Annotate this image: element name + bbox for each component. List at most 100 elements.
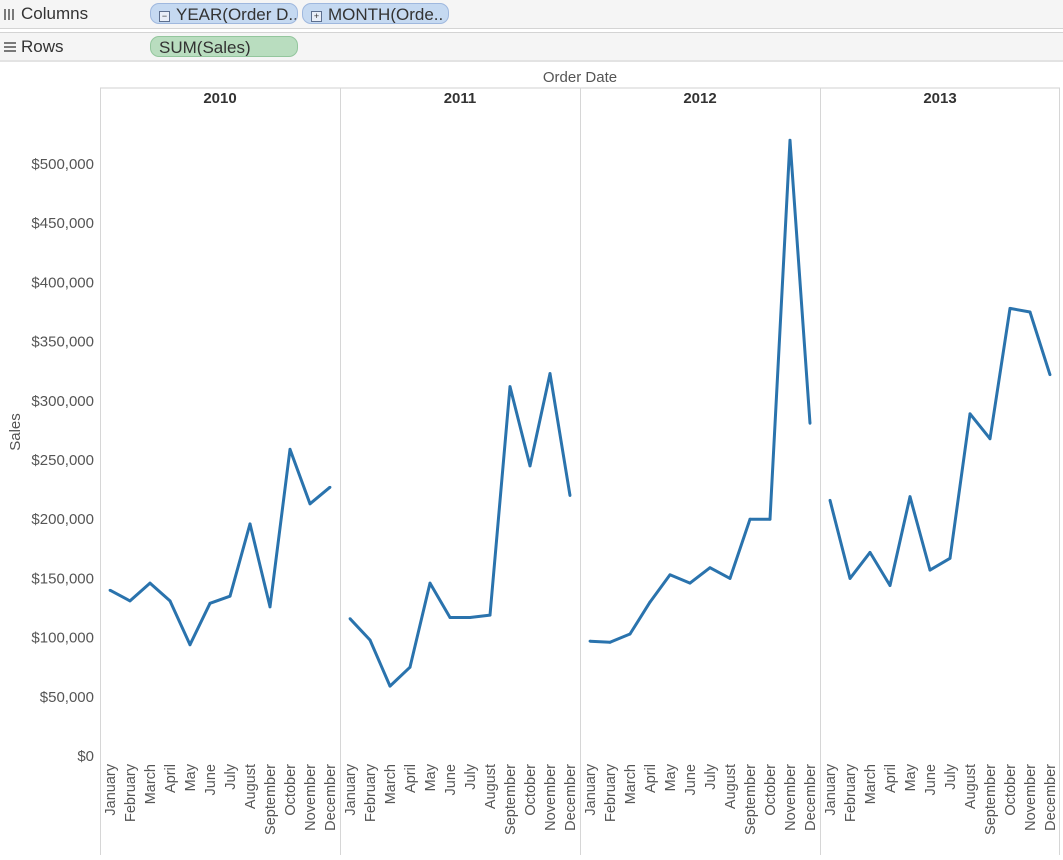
data-point [808, 421, 812, 425]
panel-year-title: 2010 [203, 90, 236, 107]
data-point [828, 498, 832, 502]
data-point [988, 437, 992, 441]
data-point [968, 412, 972, 416]
sales-line-2013 [828, 306, 1052, 587]
x-tick-label: April [883, 764, 899, 793]
x-tick-label: June [443, 764, 459, 795]
y-tick-label: $500,000 [31, 156, 94, 173]
y-tick-label: $350,000 [31, 334, 94, 351]
data-point [188, 643, 192, 647]
data-point [868, 550, 872, 554]
x-tick-label: September [263, 764, 279, 835]
data-point [628, 632, 632, 636]
sales-line-2010 [109, 447, 331, 647]
x-tick-label: July [223, 763, 239, 790]
y-axis-title: Sales [7, 413, 24, 451]
data-point [888, 584, 892, 587]
data-point [328, 485, 332, 489]
data-point [108, 588, 112, 592]
x-tick-label: September [503, 764, 519, 835]
panel-year-title: 2011 [444, 90, 477, 107]
x-tick-label: May [183, 763, 199, 791]
x-tick-label: June [203, 764, 219, 795]
x-tick-label: October [763, 764, 779, 816]
data-point [508, 385, 512, 388]
sales-line-2012 [589, 138, 812, 644]
x-tick-label: November [303, 764, 319, 831]
sales-line-chart: Order Date Sales $0 $50,000 $100,000 $150,0… [7, 69, 1060, 855]
y-tick-label: $150,000 [31, 570, 94, 587]
x-tick-label: August [483, 764, 499, 809]
x-tick-label: June [923, 764, 939, 795]
x-tick-label: January [103, 763, 119, 815]
data-point [848, 577, 852, 580]
x-tick-label: July [463, 763, 479, 790]
data-point [1008, 307, 1012, 310]
x-tick-label: January [583, 763, 599, 815]
x-tick-label: August [243, 764, 259, 809]
y-tick-label: $400,000 [31, 274, 94, 291]
y-tick-label: $450,000 [31, 215, 94, 232]
data-point [308, 502, 312, 506]
data-point [488, 613, 492, 617]
x-tick-label: January [343, 763, 359, 815]
data-point [728, 577, 732, 580]
data-point [768, 517, 772, 521]
panel-2013: 2013 January February March April May June July… [823, 90, 1059, 835]
x-tick-label: February [843, 763, 859, 822]
data-point [568, 494, 572, 497]
x-axis-title: Order Date [543, 69, 617, 86]
data-point [548, 372, 552, 375]
data-point [288, 447, 292, 451]
x-tick-label: October [283, 764, 299, 816]
y-tick-label: $200,000 [31, 511, 94, 528]
x-tick-label: August [723, 764, 739, 809]
data-point [788, 138, 792, 142]
x-tick-label: June [683, 764, 699, 795]
data-point [268, 605, 272, 609]
data-point [528, 464, 532, 468]
x-tick-label: May [903, 763, 919, 791]
sales-line-2011 [348, 372, 572, 688]
x-tick-label: November [783, 764, 799, 831]
x-tick-label: October [523, 764, 539, 816]
data-point [1048, 373, 1052, 377]
x-tick-label: April [403, 764, 419, 793]
x-tick-label: November [543, 764, 559, 831]
data-point [128, 599, 132, 603]
x-tick-label: March [143, 764, 159, 804]
x-tick-label: February [603, 763, 619, 822]
panel-dividers [100, 87, 1060, 855]
data-point [748, 517, 752, 521]
x-tick-label: December [803, 764, 819, 831]
data-point [908, 495, 912, 499]
data-point [348, 617, 352, 621]
y-tick-label: $250,000 [31, 452, 94, 469]
data-point [388, 684, 392, 688]
data-point [428, 581, 432, 585]
x-tick-label: September [743, 764, 759, 835]
panel-2012: 2012 January February March April May June July… [583, 90, 819, 835]
data-point [448, 616, 452, 619]
data-point [408, 665, 412, 669]
x-tick-label: December [1043, 764, 1059, 831]
y-tick-label: $50,000 [40, 689, 94, 706]
data-point [368, 638, 372, 642]
data-point [688, 581, 692, 585]
panel-year-title: 2013 [923, 90, 956, 107]
x-tick-label: May [663, 763, 679, 791]
data-point [668, 573, 672, 577]
y-axis-ticks: $0 $50,000 $100,000 $150,000 $200,000 $250,00… [31, 156, 94, 765]
data-point [248, 522, 252, 526]
data-point [948, 556, 952, 560]
x-tick-label: March [383, 764, 399, 804]
x-tick-label: December [563, 764, 579, 831]
data-point [588, 639, 592, 643]
x-tick-label: July [703, 763, 719, 790]
x-tick-label: March [623, 764, 639, 804]
panel-2011: 2011 January February March April May June July… [343, 90, 579, 835]
x-tick-label: April [643, 764, 659, 793]
x-tick-label: December [323, 764, 339, 831]
x-tick-label: March [863, 764, 879, 804]
panel-year-title: 2012 [683, 90, 716, 107]
